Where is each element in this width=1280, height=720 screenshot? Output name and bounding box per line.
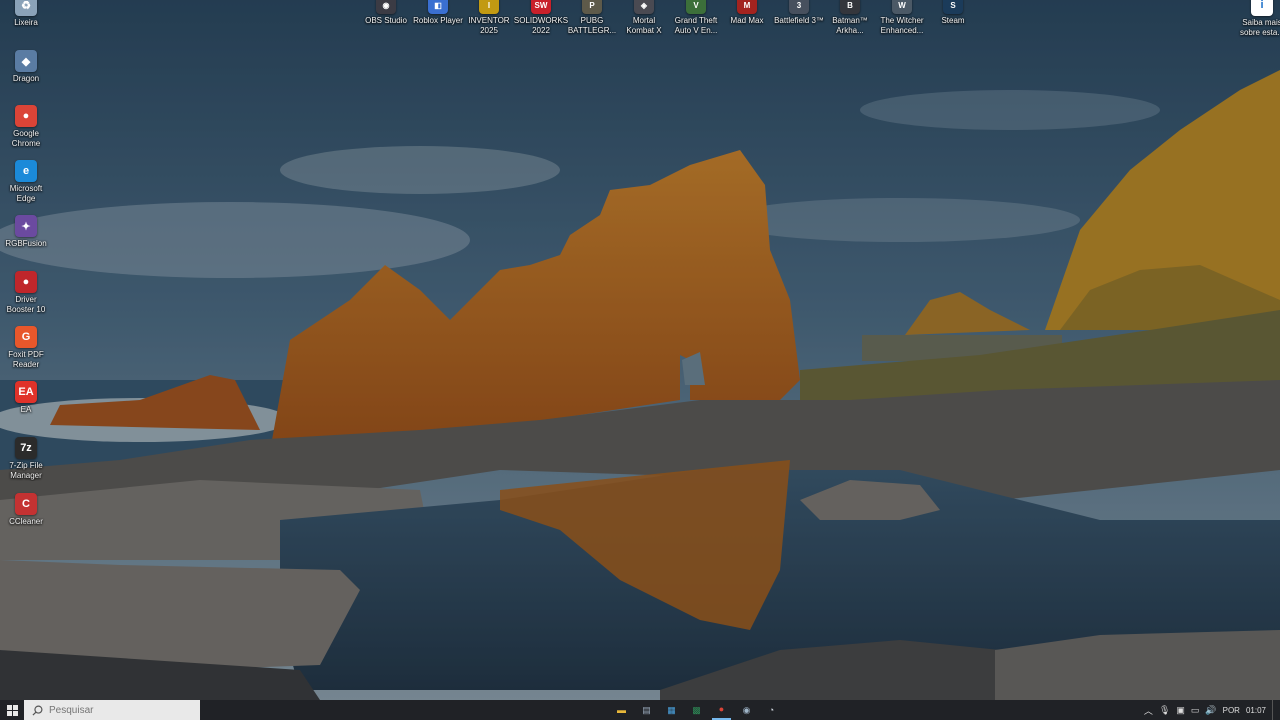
desktop-shortcut[interactable]: EA EA: [0, 381, 54, 415]
ccleaner-icon: C: [15, 493, 37, 515]
desktop-shortcut-label: Grand Theft Auto V En...: [674, 16, 718, 35]
screen-capture-icon[interactable]: ▣: [1176, 705, 1185, 716]
desktop-shortcut[interactable]: M Mad Max: [719, 0, 775, 26]
obs-icon: ◉: [376, 0, 396, 14]
desktop-shortcut-label: INVENTOR 2025: [468, 16, 510, 35]
desktop-shortcut-label: CCleaner: [9, 517, 43, 526]
chevron-up-icon[interactable]: ︿: [1144, 704, 1153, 717]
steam-icon: S: [943, 0, 963, 14]
desktop-shortcut[interactable]: W The Witcher Enhanced...: [874, 0, 930, 36]
batman-icon: B: [840, 0, 860, 14]
gta-icon: V: [686, 0, 706, 14]
desktop-shortcut-label: Lixeira: [14, 18, 38, 27]
rgbfusion-icon: ✦: [15, 215, 37, 237]
chrome-icon: ●: [15, 105, 37, 127]
desktop-shortcut[interactable]: ✦ RGBFusion: [0, 215, 54, 249]
desktop-shortcut-label: OBS Studio: [365, 16, 407, 25]
desktop-shortcut-label: Battlefield 3™: [774, 16, 824, 25]
windows-logo-icon: [6, 704, 18, 716]
desktop-shortcut-label: Mortal Kombat X: [626, 16, 662, 35]
search-icon: [32, 705, 43, 716]
desktop-shortcut[interactable]: SW SOLIDWORKS 2022: [513, 0, 569, 36]
network-icon[interactable]: ▭: [1191, 705, 1200, 716]
desktop-shortcut[interactable]: ♻ Lixeira: [0, 0, 54, 28]
desktop-shortcut-label: 7-Zip File Manager: [9, 461, 43, 480]
desktop-shortcut[interactable]: P PUBG BATTLEGR...: [564, 0, 620, 36]
desktop-shortcut[interactable]: ◉ OBS Studio: [358, 0, 414, 26]
learn-more-icon: i: [1251, 0, 1273, 16]
desktop-shortcut-label: Mad Max: [730, 16, 764, 25]
desktop-shortcut-label: Steam: [941, 16, 965, 25]
desktop-shortcut-label: Microsoft Edge: [9, 184, 43, 203]
mad-max-icon: M: [737, 0, 757, 14]
learn-more-shortcut[interactable]: i Saiba mais sobre esta...: [1234, 0, 1280, 38]
taskbar-search-box[interactable]: [24, 700, 200, 720]
dragon-icon: ◆: [15, 50, 37, 72]
foxit-icon: G: [15, 326, 37, 348]
ea-icon: EA: [15, 381, 37, 403]
clock-time[interactable]: 01:07: [1246, 706, 1266, 715]
notepad-icon[interactable]: ▤: [637, 700, 656, 720]
desktop-shortcut[interactable]: S Steam: [925, 0, 981, 26]
driver-booster-icon: ●: [15, 271, 37, 293]
desktop-shortcut[interactable]: e Microsoft Edge: [0, 160, 54, 204]
desktop-shortcut-label: Dragon: [12, 74, 40, 83]
desktop-shortcut[interactable]: B Batman™ Arkha...: [822, 0, 878, 36]
7zip-icon: 7z: [15, 437, 37, 459]
desktop-shortcut[interactable]: G Foxit PDF Reader: [0, 326, 54, 370]
battlefield-icon: 3: [789, 0, 809, 14]
desktop-shortcut[interactable]: ◈ Mortal Kombat X: [616, 0, 672, 36]
desktop-shortcut[interactable]: ● Google Chrome: [0, 105, 54, 149]
desktop-shortcut-label: Google Chrome: [11, 129, 41, 148]
desktop-shortcut-label: Roblox Player: [413, 16, 463, 25]
recycle-bin-icon: ♻: [15, 0, 37, 16]
desktop-shortcut-label: Batman™ Arkha...: [832, 16, 868, 35]
desktop-shortcut[interactable]: V Grand Theft Auto V En...: [668, 0, 724, 36]
steam-taskbar-icon[interactable]: ◉: [737, 700, 756, 720]
language-indicator[interactable]: POR: [1223, 706, 1240, 715]
start-button[interactable]: [0, 700, 24, 720]
pubg-icon: P: [582, 0, 602, 14]
desktop-shortcut[interactable]: 3 Battlefield 3™: [771, 0, 827, 26]
file-explorer-icon[interactable]: ▬: [612, 700, 631, 720]
search-input[interactable]: [49, 704, 189, 716]
desktop-shortcut[interactable]: I INVENTOR 2025: [461, 0, 517, 36]
roblox-icon: ◧: [428, 0, 448, 14]
desktop-shortcut-label: SOLIDWORKS 2022: [513, 16, 569, 35]
desktop-shortcut[interactable]: ◧ Roblox Player: [410, 0, 466, 26]
system-tray: ︿ 🎙 ▣ ▭ 🔊 POR 01:07: [1144, 700, 1280, 720]
taskbar-pinned-apps: ▬ ▤ ▦ ▩ ● ◉ ◔: [612, 700, 781, 720]
solidworks-icon: SW: [531, 0, 551, 14]
desktop-shortcut-label: PUBG BATTLEGR...: [567, 16, 617, 35]
desktop-shortcut[interactable]: ◆ Dragon: [0, 50, 54, 84]
inventor-icon: I: [479, 0, 499, 14]
store-icon[interactable]: ▦: [662, 700, 681, 720]
clock-app-icon[interactable]: ◔: [762, 700, 781, 720]
learn-more-label: Saiba mais sobre esta...: [1239, 18, 1280, 37]
chrome-taskbar-icon[interactable]: ●: [712, 700, 731, 720]
volume-icon[interactable]: 🔊: [1205, 705, 1216, 716]
show-desktop-button[interactable]: [1272, 700, 1276, 720]
taskbar: ▬ ▤ ▦ ▩ ● ◉ ◔ ︿ 🎙 ▣ ▭ 🔊 POR 01:07: [0, 700, 1280, 720]
microphone-icon[interactable]: 🎙: [1159, 705, 1170, 716]
desktop-shortcut-label: The Witcher Enhanced...: [880, 16, 924, 35]
excel-icon[interactable]: ▩: [687, 700, 706, 720]
desktop-shortcut[interactable]: 7z 7-Zip File Manager: [0, 437, 54, 481]
mortal-kombat-icon: ◈: [634, 0, 654, 14]
desktop-shortcut[interactable]: C CCleaner: [0, 493, 54, 527]
desktop-shortcut-label: RGBFusion: [5, 239, 47, 248]
desktop-wallpaper: [0, 0, 1280, 700]
desktop-shortcut-label: Foxit PDF Reader: [8, 350, 44, 369]
witcher-icon: W: [892, 0, 912, 14]
desktop-shortcut-label: Driver Booster 10: [6, 295, 46, 314]
desktop-shortcut[interactable]: ● Driver Booster 10: [0, 271, 54, 315]
desktop-shortcut-label: EA: [20, 405, 32, 414]
edge-icon: e: [15, 160, 37, 182]
